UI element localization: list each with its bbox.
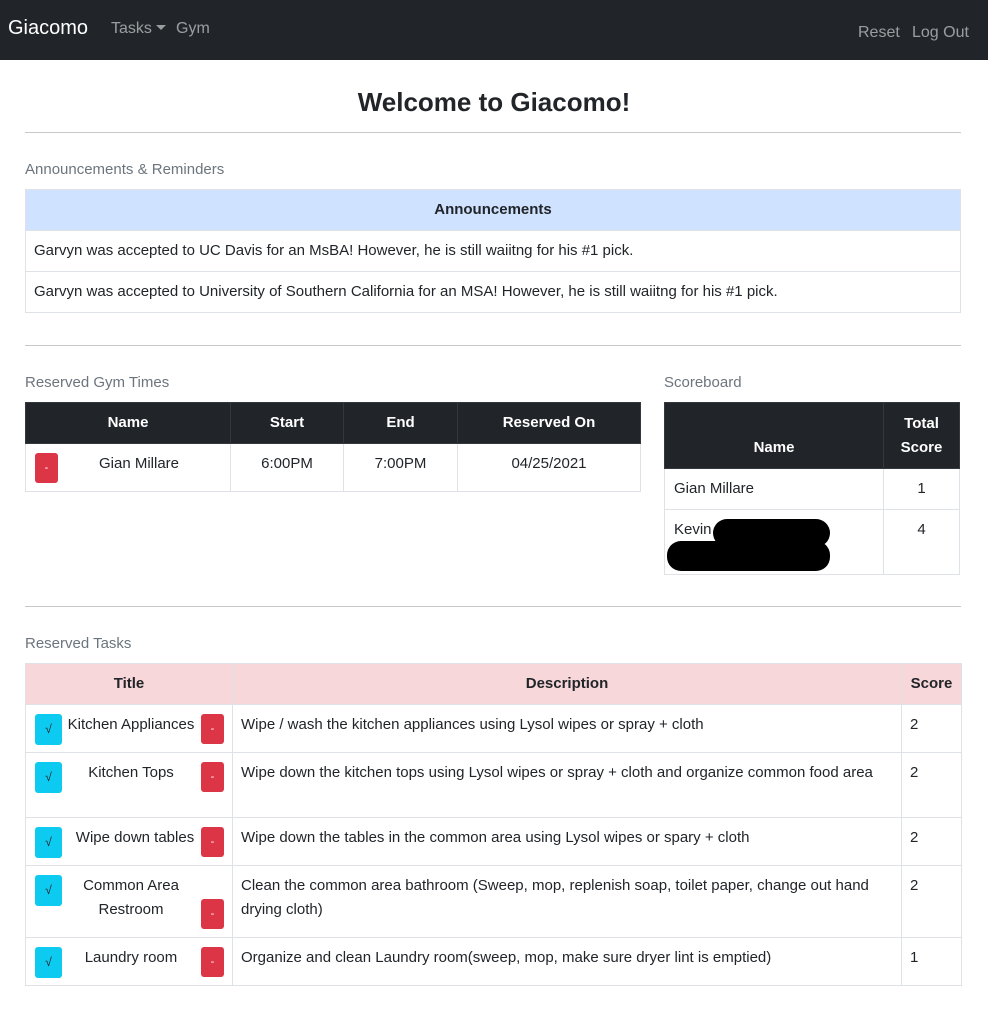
divider: [25, 132, 961, 133]
task-title-cell: √ - Kitchen Tops: [25, 752, 233, 818]
nav-gym-link[interactable]: Gym: [176, 19, 210, 39]
task-title: Kitchen Tops: [88, 764, 174, 781]
tasks-section-label: Reserved Tasks: [25, 635, 132, 652]
remove-task-button[interactable]: -: [201, 714, 224, 744]
task-title-cell: √ - Wipe down tables: [25, 817, 233, 866]
task-row: √ - Kitchen Tops Wipe down the kitchen t…: [25, 752, 962, 818]
caret-down-icon: [155, 25, 166, 30]
gym-start: 6:00PM: [230, 443, 344, 492]
divider: [25, 345, 961, 346]
scoreboard-section-label: Scoreboard: [664, 374, 742, 391]
complete-task-button[interactable]: √: [35, 875, 62, 906]
announcement-row: Garvyn was accepted to University of Sou…: [25, 271, 961, 313]
gym-col-start: Start: [230, 402, 344, 444]
task-title: Common Area Restroom: [83, 877, 179, 918]
task-score: 2: [901, 817, 962, 866]
task-col-description: Description: [232, 663, 902, 705]
gym-col-end: End: [343, 402, 458, 444]
tasks-table: Title Description Score √ - Kitchen Appl…: [25, 663, 962, 986]
task-description: Wipe / wash the kitchen appliances using…: [232, 704, 902, 753]
task-row: √ - Common Area Restroom Clean the commo…: [25, 865, 962, 938]
task-row: √ - Kitchen Appliances Wipe / wash the k…: [25, 704, 962, 753]
nav-tasks-dropdown[interactable]: Tasks: [111, 19, 166, 39]
task-description: Organize and clean Laundry room(sweep, m…: [232, 937, 902, 986]
task-row: √ - Wipe down tables Wipe down the table…: [25, 817, 962, 866]
announcements-section-label: Announcements & Reminders: [25, 161, 225, 178]
logout-link[interactable]: Log Out: [912, 23, 969, 43]
task-score: 2: [901, 752, 962, 818]
remove-task-button[interactable]: -: [201, 762, 224, 792]
announcements-header: Announcements: [25, 189, 961, 231]
brand-link[interactable]: Giacomo: [8, 16, 88, 40]
task-title-cell: √ - Common Area Restroom: [25, 865, 233, 938]
task-description: Clean the common area bathroom (Sweep, m…: [232, 865, 902, 938]
remove-task-button[interactable]: -: [201, 827, 224, 857]
nav-tasks-label: Tasks: [111, 20, 152, 37]
task-col-title: Title: [25, 663, 233, 705]
score-col-name: Name: [664, 402, 884, 469]
divider: [25, 606, 961, 607]
reset-link[interactable]: Reset: [858, 23, 900, 43]
score-value: 4: [883, 509, 960, 575]
score-col-total-label: Total Score: [900, 415, 943, 456]
navbar: Giacomo Tasks Gym Reset Log Out: [0, 0, 988, 60]
announcements-table: Announcements Garvyn was accepted to UC …: [25, 189, 961, 313]
score-name: Gian Millare: [664, 468, 884, 510]
gym-col-reserved-on: Reserved On: [457, 402, 641, 444]
task-description: Wipe down the kitchen tops using Lysol w…: [232, 752, 902, 818]
complete-task-button[interactable]: √: [35, 762, 62, 793]
remove-task-button[interactable]: -: [201, 947, 224, 977]
page-title: Welcome to Giacomo!: [357, 87, 631, 117]
gym-section-label: Reserved Gym Times: [25, 374, 170, 391]
complete-task-button[interactable]: √: [35, 947, 62, 978]
announcement-text: Garvyn was accepted to UC Davis for an M…: [25, 230, 961, 272]
task-score: 2: [901, 704, 962, 753]
task-title: Laundry room: [84, 949, 178, 966]
gym-name-cell: - Gian Millare: [25, 443, 231, 492]
gym-table: Name Start End Reserved On - Gian Millar…: [25, 402, 641, 492]
task-title-cell: √ - Laundry room: [25, 937, 233, 986]
remove-reservation-button[interactable]: -: [35, 453, 58, 483]
announcement-text: Garvyn was accepted to University of Sou…: [25, 271, 961, 313]
gym-col-name: Name: [25, 402, 231, 444]
task-description: Wipe down the tables in the common area …: [232, 817, 902, 866]
task-title-cell: √ - Kitchen Appliances: [25, 704, 233, 753]
gym-name: Gian Millare: [98, 455, 180, 472]
redaction-mark: [667, 541, 830, 571]
complete-task-button[interactable]: √: [35, 827, 62, 858]
gym-end: 7:00PM: [343, 443, 458, 492]
task-score: 1: [901, 937, 962, 986]
score-value: 1: [883, 468, 960, 510]
task-row: √ - Laundry room Organize and clean Laun…: [25, 937, 962, 986]
announcement-row: Garvyn was accepted to UC Davis for an M…: [25, 230, 961, 272]
task-col-score: Score: [901, 663, 962, 705]
complete-task-button[interactable]: √: [35, 714, 62, 745]
score-col-total: Total Score: [883, 402, 960, 469]
task-score: 2: [901, 865, 962, 938]
remove-task-button[interactable]: -: [201, 899, 224, 929]
score-row: Gian Millare 1: [664, 468, 960, 510]
gym-row: - Gian Millare 6:00PM 7:00PM 04/25/2021: [25, 443, 641, 492]
gym-reserved-on: 04/25/2021: [457, 443, 641, 492]
